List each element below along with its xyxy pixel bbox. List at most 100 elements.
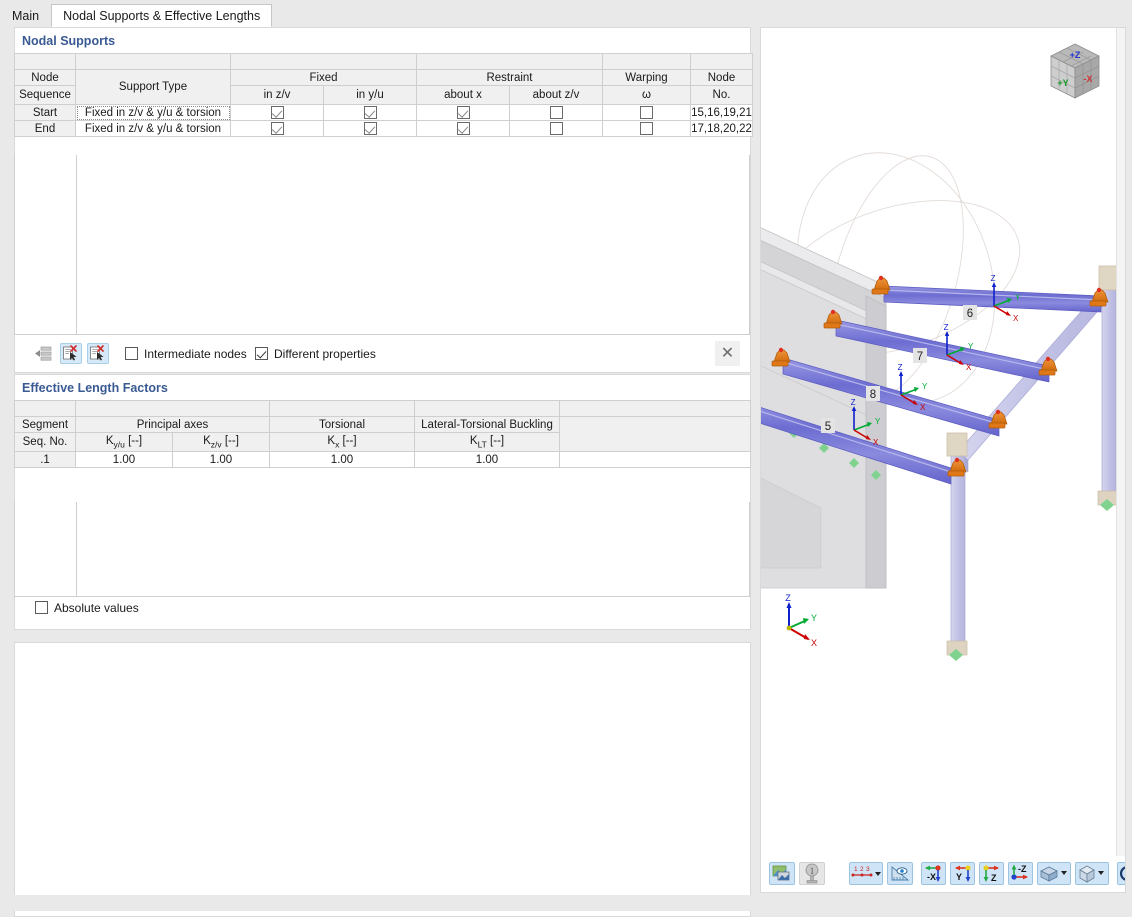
kx-unit: [--] (339, 435, 356, 447)
table-row[interactable]: End Fixed in z/v & y/u & torsion 17,18,2… (15, 121, 753, 137)
effective-length-factors-title: Effective Length Factors (15, 375, 750, 400)
effective-length-factors-table[interactable]: Segment Principal axes Torsional Lateral… (14, 400, 751, 468)
delete-row-icon[interactable] (60, 343, 82, 364)
column-divider (76, 502, 77, 596)
cell-restraint-x[interactable] (417, 121, 510, 137)
cell-fixed-y[interactable] (324, 105, 417, 121)
col-header-klt: KLT [--] (415, 433, 560, 452)
checkbox-restraint-x[interactable] (457, 106, 470, 119)
checkbox-fixed-y[interactable] (364, 106, 377, 119)
column-divider (76, 155, 77, 334)
different-properties-label: Different properties (274, 347, 376, 361)
cell-restraint-z[interactable] (510, 121, 603, 137)
view-angle-glyph (888, 863, 912, 884)
tab-main[interactable]: Main (0, 4, 51, 27)
cell-klt[interactable]: 1.00 (415, 452, 560, 468)
col-header-kx: Kx [--] (270, 433, 415, 452)
cell-kx[interactable]: 1.00 (270, 452, 415, 468)
table-header-row-1: Segment Principal axes Torsional Lateral… (15, 417, 751, 433)
table-header-spacer (15, 401, 751, 417)
numbering-icon[interactable]: 1 (799, 862, 825, 885)
klt-unit: [--] (487, 435, 504, 447)
intermediate-nodes-option[interactable]: Intermediate nodes (125, 347, 247, 361)
close-button[interactable]: ✕ (715, 341, 740, 366)
svg-text:2: 2 (860, 866, 864, 873)
nodal-supports-table[interactable]: Node Support Type Fixed Restraint Warpin… (14, 53, 753, 137)
model-3d-scene[interactable]: 6 7 8 5 Z Y X Z Y X (761, 28, 1126, 893)
navcube-label-plus-z[interactable]: +Z (1070, 50, 1081, 60)
ky-unit: [--] (125, 435, 142, 447)
navcube-label-minus-x[interactable]: -X (1084, 74, 1093, 84)
cell-warping[interactable] (603, 105, 691, 121)
table-row[interactable]: .1 1.00 1.00 1.00 1.00 (15, 452, 751, 468)
member-label-6: 6 (967, 308, 973, 320)
cell-support-type[interactable]: Fixed in z/v & y/u & torsion (76, 105, 231, 121)
intermediate-nodes-checkbox[interactable] (125, 347, 138, 360)
view-minus-x-icon[interactable]: -X (921, 862, 946, 885)
model-viewport[interactable]: 6 7 8 5 Z Y X Z Y X (760, 27, 1126, 893)
table-empty-body[interactable] (14, 502, 750, 597)
dimension-icon[interactable]: 1 2 3 (849, 862, 883, 885)
col-header-segment-line1: Segment (15, 417, 76, 433)
view-y-icon[interactable]: Y (950, 862, 975, 885)
view-minus-z-icon[interactable]: -Z (1008, 862, 1033, 885)
cell-fixed-z[interactable] (231, 121, 324, 137)
col-header-fixed-y: in y/u (324, 86, 417, 105)
cell-node-no: 15,16,19,21 (691, 105, 753, 121)
table-row[interactable]: Start Fixed in z/v & y/u & torsion 15,16… (15, 105, 753, 121)
checkbox-fixed-z[interactable] (271, 106, 284, 119)
checkbox-warping[interactable] (640, 106, 653, 119)
delete-all-rows-icon[interactable] (87, 343, 109, 364)
cell-restraint-x[interactable] (417, 105, 510, 121)
checkbox-restraint-z[interactable] (550, 106, 563, 119)
cell-kz[interactable]: 1.00 (173, 452, 270, 468)
absolute-values-checkbox[interactable] (35, 601, 48, 614)
col-header-node-sequence-line1: Node (15, 70, 76, 86)
checkbox-restraint-z[interactable] (550, 122, 563, 135)
navcube-label-plus-y[interactable]: +Y (1057, 78, 1068, 88)
checkbox-fixed-y[interactable] (364, 122, 377, 135)
checkbox-warping[interactable] (640, 122, 653, 135)
dimension-glyph: 1 2 3 (850, 863, 882, 884)
group-header-principal-axes: Principal axes (76, 417, 270, 433)
clear-selection-glyph (1118, 863, 1126, 884)
absolute-values-option[interactable]: Absolute values (35, 601, 139, 615)
spacer-cell (270, 401, 415, 417)
tab-nodal-supports-effective-lengths[interactable]: Nodal Supports & Effective Lengths (51, 4, 272, 27)
different-properties-option[interactable]: Different properties (255, 347, 376, 361)
layers-glyph (1038, 863, 1070, 884)
navigation-cube[interactable]: +Z +Y -X (1031, 36, 1107, 112)
cell-empty (560, 452, 751, 468)
different-properties-checkbox[interactable] (255, 347, 268, 360)
view-angle-icon[interactable] (887, 862, 913, 885)
checkbox-fixed-z[interactable] (271, 122, 284, 135)
kx-symbol: K (327, 435, 335, 447)
cell-fixed-y[interactable] (324, 121, 417, 137)
cell-restraint-z[interactable] (510, 105, 603, 121)
layers-icon[interactable] (1037, 862, 1071, 885)
cell-support-type[interactable]: Fixed in z/v & y/u & torsion (76, 121, 231, 137)
svg-text:Z: Z (991, 873, 997, 883)
table-empty-body[interactable] (14, 155, 750, 335)
group-header-empty (560, 417, 751, 452)
viewport-scrollbar[interactable] (1116, 28, 1125, 892)
view-z-icon[interactable]: Z (979, 862, 1004, 885)
checkbox-restraint-x[interactable] (457, 122, 470, 135)
details-panel (14, 642, 751, 917)
render-mode-icon[interactable] (769, 862, 795, 885)
global-axis-triad: Z Y X (785, 593, 817, 648)
spacer-cell (417, 54, 603, 70)
chevron-down-icon (875, 872, 881, 876)
box-view-icon[interactable] (1075, 862, 1109, 885)
group-header-fixed: Fixed (231, 70, 417, 86)
svg-text:Y: Y (956, 872, 962, 882)
cell-fixed-z[interactable] (231, 105, 324, 121)
axis-label-y: Y (811, 613, 817, 623)
view-minus-z-glyph: -Z (1009, 863, 1032, 884)
cell-warping[interactable] (603, 121, 691, 137)
nodal-supports-toolbar: Intermediate nodes Different properties … (15, 336, 750, 372)
cell-ky[interactable]: 1.00 (76, 452, 173, 468)
insert-row-icon[interactable] (33, 343, 55, 364)
clear-selection-icon[interactable] (1117, 862, 1126, 885)
view-z-glyph: Z (980, 863, 1003, 884)
